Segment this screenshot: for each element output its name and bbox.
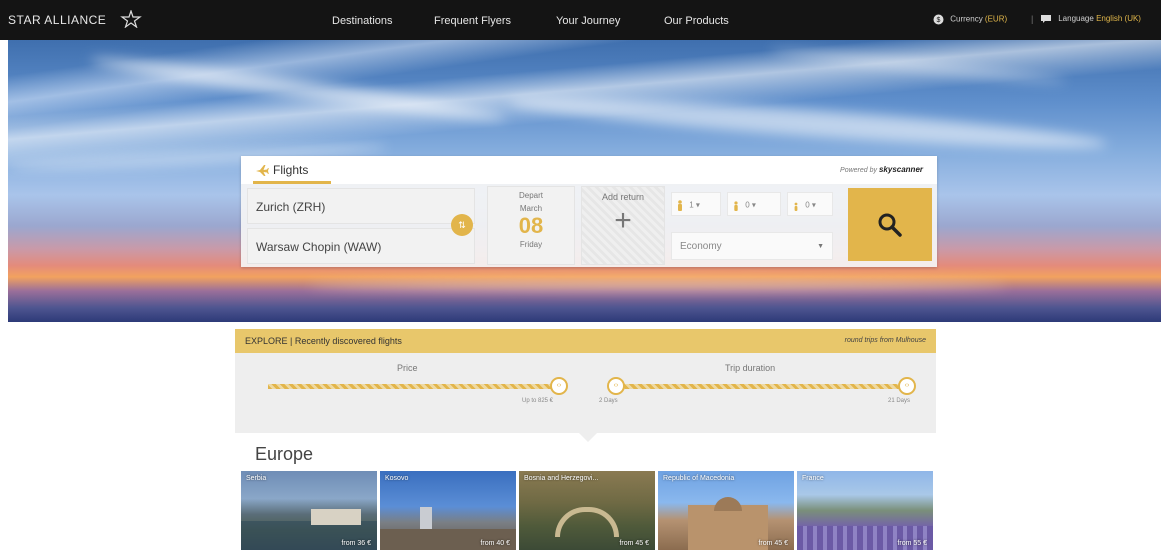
- destination-name: Serbia: [246, 475, 267, 482]
- depart-weekday: Friday: [519, 240, 543, 249]
- destination-price: from 40 €: [480, 540, 510, 547]
- destination-card-macedonia[interactable]: Republic of Macedonia from 45 €: [658, 471, 794, 550]
- trip-max-value: 21 Days: [888, 398, 911, 404]
- top-navigation-bar: STAR ALLIANCE Destinations Frequent Flye…: [0, 0, 1161, 40]
- destination-card-kosovo[interactable]: Kosovo from 40 €: [380, 471, 516, 550]
- svg-text:$: $: [937, 17, 941, 24]
- star-alliance-logo-icon[interactable]: [120, 10, 142, 28]
- trip-max-slider-handle[interactable]: ‹›: [898, 377, 916, 395]
- tab-flights[interactable]: Flights: [253, 161, 331, 184]
- adults-selector[interactable]: 1 ▾: [671, 192, 721, 216]
- destination-cards: Serbia from 36 € Kosovo from 40 € Bosnia…: [241, 471, 941, 550]
- infant-person-icon: [794, 202, 798, 211]
- speech-bubble-icon: [1041, 15, 1051, 23]
- add-return-button[interactable]: Add return +: [581, 186, 665, 265]
- children-selector[interactable]: 0 ▾: [727, 192, 781, 216]
- depart-month: March: [519, 204, 543, 213]
- children-count: 0: [745, 200, 750, 210]
- nav-link-frequent-flyers[interactable]: Frequent Flyers: [434, 15, 511, 27]
- destination-name: Republic of Macedonia: [663, 475, 735, 482]
- swap-airports-button[interactable]: ⇅: [451, 214, 473, 236]
- destination-price: from 45 €: [758, 540, 788, 547]
- church-shape: [688, 505, 768, 550]
- currency-selector[interactable]: $ Currency (EUR): [933, 14, 1007, 25]
- destination-card-france[interactable]: France from 55 €: [797, 471, 933, 550]
- language-selector[interactable]: Language English (UK): [1040, 14, 1141, 24]
- skyscanner-logo: skyscanner: [878, 165, 923, 174]
- add-return-label: Add return: [601, 192, 645, 202]
- nav-divider: |: [1031, 14, 1034, 24]
- currency-value: (EUR): [984, 14, 1008, 24]
- explore-pointer-arrow: [579, 433, 597, 442]
- price-filter-label: Price: [397, 363, 418, 373]
- origin-field[interactable]: Zurich (ZRH): [247, 188, 475, 224]
- depart-day: 08: [518, 213, 544, 238]
- trip-min-slider-handle[interactable]: ‹›: [607, 377, 625, 395]
- destination-name: Bosnia and Herzegovi...: [524, 475, 599, 482]
- flight-search-widget: Flights Powered by skyscanner Zurich (ZR…: [241, 156, 937, 267]
- child-person-icon: [734, 201, 738, 211]
- destination-price: from 45 €: [619, 540, 649, 547]
- destination-price: from 55 €: [897, 540, 927, 547]
- infants-count: 0: [805, 200, 810, 210]
- explore-origin-note: round trips from Mulhouse: [844, 337, 926, 344]
- destination-card-serbia[interactable]: Serbia from 36 €: [241, 471, 377, 550]
- destination-field[interactable]: Warsaw Chopin (WAW): [247, 228, 475, 264]
- powered-by-label: Powered by: [840, 167, 878, 174]
- depart-label: Depart: [518, 191, 543, 200]
- chevron-down-icon: ▼: [817, 243, 824, 250]
- tab-flights-label: Flights: [273, 163, 309, 177]
- cloud-streak: [308, 280, 1008, 290]
- search-button[interactable]: [848, 188, 932, 261]
- price-slider-track[interactable]: [268, 384, 558, 389]
- cloud-streak: [507, 89, 1109, 157]
- destination-name: France: [802, 475, 824, 482]
- dome-shape: [714, 497, 742, 511]
- plus-icon: +: [614, 204, 632, 237]
- cabin-class-value: Economy: [680, 241, 722, 252]
- search-tab-bar: Flights Powered by skyscanner: [241, 156, 937, 184]
- price-max-value: Up to 825 €: [522, 398, 554, 404]
- buildings-shape: [311, 509, 361, 525]
- cloud-streak: [88, 50, 508, 128]
- depart-date-picker[interactable]: Depart March 08 Friday: [487, 186, 575, 265]
- brand-name[interactable]: STAR ALLIANCE: [8, 13, 106, 27]
- destination-name: Kosovo: [385, 475, 409, 482]
- currency-label: Currency: [950, 14, 983, 24]
- explore-filters: Price Trip duration ‹› ‹› ‹› Up to 825 €…: [235, 353, 936, 433]
- trip-duration-label: Trip duration: [725, 363, 776, 373]
- trip-duration-slider-track[interactable]: [617, 384, 907, 389]
- adults-count: 1: [689, 200, 694, 210]
- language-label: Language: [1058, 14, 1094, 24]
- route-fields: Zurich (ZRH) Warsaw Chopin (WAW) ⇅: [241, 186, 481, 267]
- nav-link-destinations[interactable]: Destinations: [332, 15, 393, 27]
- language-value: English (UK): [1096, 14, 1141, 24]
- infants-selector[interactable]: 0 ▾: [787, 192, 833, 216]
- destination-card-bosnia[interactable]: Bosnia and Herzegovi... from 45 €: [519, 471, 655, 550]
- cloud-streak: [768, 44, 1068, 88]
- airplane-icon: [256, 165, 269, 176]
- destination-price: from 36 €: [341, 540, 371, 547]
- region-heading: Europe: [255, 444, 314, 464]
- powered-by-skyscanner[interactable]: Powered by skyscanner: [840, 165, 923, 174]
- explore-header: EXPLORE | Recently discovered flights ro…: [235, 329, 936, 353]
- price-slider-handle[interactable]: ‹›: [550, 377, 568, 395]
- search-icon: [878, 213, 902, 237]
- adult-person-icon: [678, 200, 682, 211]
- nav-link-your-journey[interactable]: Your Journey: [556, 15, 620, 27]
- currency-icon: $: [933, 14, 944, 25]
- cabin-class-select[interactable]: Economy ▼: [671, 232, 833, 260]
- trip-min-value: 2 Days: [599, 398, 618, 404]
- nav-link-our-products[interactable]: Our Products: [664, 15, 729, 27]
- bridge-shape: [555, 507, 619, 537]
- explore-title: EXPLORE | Recently discovered flights: [245, 336, 402, 346]
